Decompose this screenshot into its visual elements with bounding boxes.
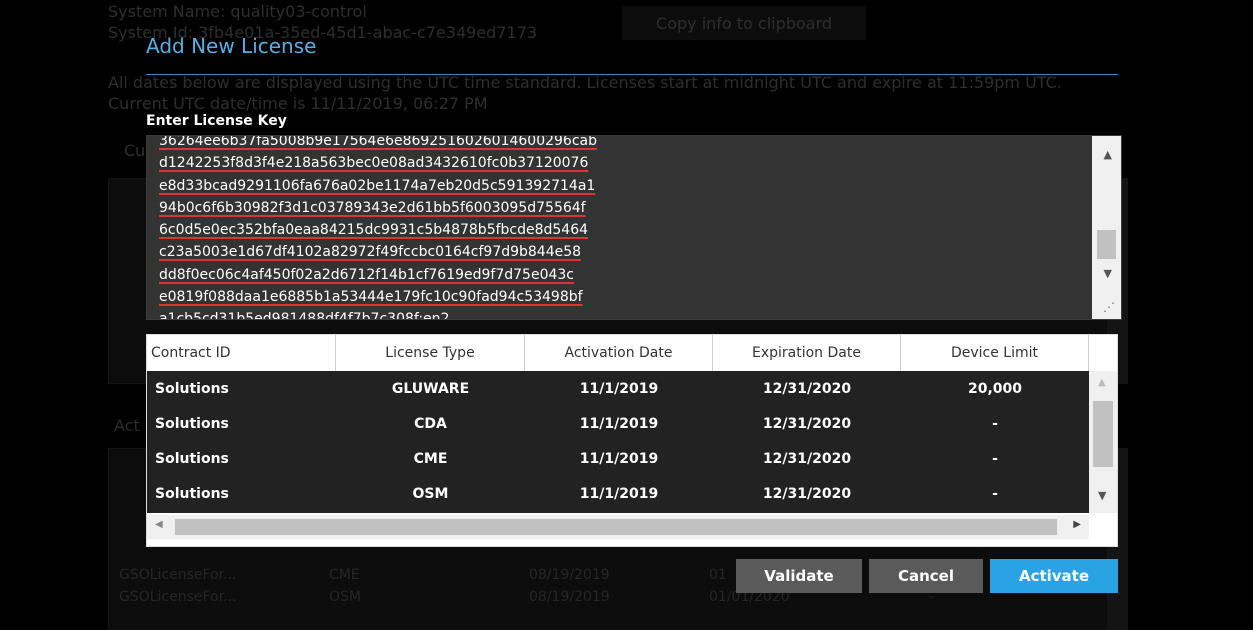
table-row[interactable]: Solutions CDA 11/1/2019 12/31/2020 - [147, 406, 1089, 441]
table-header: Contract ID License Type Activation Date… [147, 335, 1089, 371]
cell-license-type: CDA [414, 415, 447, 432]
validate-button[interactable]: Validate [736, 559, 862, 593]
cell-expiration-date: 12/31/2020 [762, 450, 852, 467]
table-vertical-scroll-thumb[interactable] [1093, 401, 1113, 467]
system-name: System Name: quality03-control [108, 2, 367, 21]
title-divider [146, 74, 1118, 75]
license-key-line: a1cb5cd31b5ed981488df4f7b7c308f:en2 [159, 311, 450, 320]
cell-contract-id: Solutions [155, 415, 229, 432]
active-licenses-heading: Act [114, 416, 140, 435]
utc-current: Current UTC date/time is 11/11/2019, 06:… [108, 94, 488, 113]
cell-expiration-date: 12/31/2020 [762, 485, 852, 502]
cell-contract-id: Solutions [155, 485, 229, 502]
resize-grip-icon[interactable]: ⋰ [1099, 297, 1119, 317]
table-horizontal-scrollbar[interactable]: ◀ ▶ [147, 515, 1089, 539]
activate-button[interactable]: Activate [990, 559, 1118, 593]
scroll-right-icon[interactable]: ▶ [1073, 519, 1081, 530]
license-key-line: e0819f088daa1e6885b1a53444e179fc10c90fad… [159, 289, 583, 306]
license-table: Contract ID License Type Activation Date… [146, 334, 1118, 547]
cell-license-type: GLUWARE [391, 380, 470, 397]
cell-activation-date: 11/1/2019 [579, 450, 659, 467]
table-row[interactable]: Solutions CME 11/1/2019 12/31/2020 - [147, 441, 1089, 476]
license-key-label: Enter License Key [146, 113, 287, 129]
license-key-line: c23a5003e1d67df4102a82972f49fccbc0164cf9… [159, 244, 582, 261]
dialog-title: Add New License [146, 34, 317, 58]
cell-activation-date: 11/1/2019 [579, 415, 659, 432]
column-header-activation-date[interactable]: Activation Date [525, 335, 713, 371]
cell-device-limit: - [992, 450, 998, 467]
cell-license-type: CME [413, 450, 448, 467]
bg-cell: 08/19/2019 [529, 567, 610, 583]
license-key-line: 6c0d5e0ec352bfa0eaa84215dc9931c5b4878b5f… [159, 222, 589, 239]
license-key-line: 36264ee6b37fa5008b9e17564e6e869251602601… [159, 135, 597, 149]
license-key-textarea[interactable]: 36264ee6b37fa5008b9e17564e6e869251602601… [146, 135, 1122, 320]
copy-info-button: Copy info to clipboard [622, 6, 866, 40]
license-key-line: dd8f0ec06c4af450f02a2d6712f14b1cf7619ed9… [159, 266, 574, 283]
table-body: Solutions GLUWARE 11/1/2019 12/31/2020 2… [147, 371, 1089, 513]
bg-cell: CME [329, 567, 360, 583]
textarea-scroll-thumb[interactable] [1097, 230, 1116, 259]
scroll-up-icon[interactable]: ▲ [1098, 377, 1106, 388]
column-header-contract-id[interactable]: Contract ID [147, 335, 336, 371]
cell-activation-date: 11/1/2019 [579, 485, 659, 502]
bg-cell: GSOLicenseFor... [119, 567, 237, 583]
scroll-up-icon[interactable]: ▲ [1104, 148, 1112, 161]
cell-license-type: OSM [412, 485, 449, 502]
table-vertical-scrollbar[interactable]: ▲ ▼ [1089, 371, 1117, 513]
table-horizontal-scroll-thumb[interactable] [175, 519, 1057, 535]
table-row[interactable]: Solutions GLUWARE 11/1/2019 12/31/2020 2… [147, 371, 1089, 406]
bg-cell: 08/19/2019 [529, 589, 610, 605]
cell-device-limit: - [992, 485, 998, 502]
license-key-line: 94b0c6f6b30982f3d1c03789343e2d61bb5f6003… [159, 199, 586, 216]
cell-expiration-date: 12/31/2020 [762, 415, 852, 432]
license-key-line: e8d33bcad9291106fa676a02be1174a7eb20d5c5… [159, 177, 596, 194]
cell-expiration-date: 12/31/2020 [762, 380, 852, 397]
textarea-scrollbar[interactable]: ▲ ▼ [1092, 136, 1121, 319]
utc-note: All dates below are displayed using the … [108, 73, 1062, 92]
table-row[interactable]: Solutions OSM 11/1/2019 12/31/2020 - [147, 476, 1089, 511]
cell-device-limit: 20,000 [967, 380, 1023, 397]
column-header-device-limit[interactable]: Device Limit [901, 335, 1089, 371]
scroll-down-icon[interactable]: ▼ [1104, 267, 1112, 280]
column-header-license-type[interactable]: License Type [336, 335, 525, 371]
bg-cell: GSOLicenseFor... [119, 589, 237, 605]
scroll-down-icon[interactable]: ▼ [1098, 489, 1106, 502]
license-key-line: d1242253f8d3f4e218a563bec0e08ad3432610fc… [159, 155, 589, 172]
column-header-expiration-date[interactable]: Expiration Date [713, 335, 901, 371]
scroll-left-icon[interactable]: ◀ [155, 519, 163, 530]
cancel-button[interactable]: Cancel [869, 559, 983, 593]
cell-contract-id: Solutions [155, 450, 229, 467]
cell-device-limit: - [992, 415, 998, 432]
cell-contract-id: Solutions [155, 380, 229, 397]
bg-cell: OSM [329, 589, 361, 605]
cell-activation-date: 11/1/2019 [579, 380, 659, 397]
license-key-text[interactable]: 36264ee6b37fa5008b9e17564e6e869251602601… [159, 135, 719, 320]
